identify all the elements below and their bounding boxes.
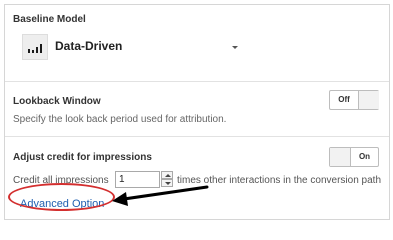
bar-chart-icon xyxy=(22,34,48,60)
annotation-arrow-icon xyxy=(112,185,209,206)
lookback-window-description: Specify the look back period used for at… xyxy=(13,114,227,125)
lookback-toggle-label: Off xyxy=(338,95,350,104)
chevron-up-icon xyxy=(165,174,171,177)
lookback-window-title: Lookback Window xyxy=(13,96,101,107)
bar-chart-icon-bar xyxy=(36,47,38,53)
lookback-toggle-knob xyxy=(358,91,379,109)
bar-chart-icon-bar xyxy=(28,49,30,53)
caret-down-icon[interactable] xyxy=(232,46,238,49)
impressions-title: Adjust credit for impressions xyxy=(13,152,152,163)
annotation-ellipse xyxy=(8,183,115,211)
bar-chart-icon-bar xyxy=(40,44,42,53)
baseline-model-dropdown[interactable]: Data-Driven xyxy=(20,34,240,64)
bar-chart-icon-bar xyxy=(32,50,34,53)
lookback-toggle[interactable]: Off xyxy=(329,90,379,110)
lookback-window-section: Lookback Window Specify the look back pe… xyxy=(5,81,389,136)
baseline-model-section: Baseline Model Data-Driven xyxy=(5,5,389,81)
increment-button[interactable] xyxy=(161,171,173,179)
impressions-toggle-label: On xyxy=(358,152,371,161)
baseline-model-title: Baseline Model xyxy=(13,14,86,25)
impressions-toggle-knob xyxy=(330,148,351,166)
impressions-toggle[interactable]: On xyxy=(329,147,379,167)
selected-model-label: Data-Driven xyxy=(55,39,123,53)
